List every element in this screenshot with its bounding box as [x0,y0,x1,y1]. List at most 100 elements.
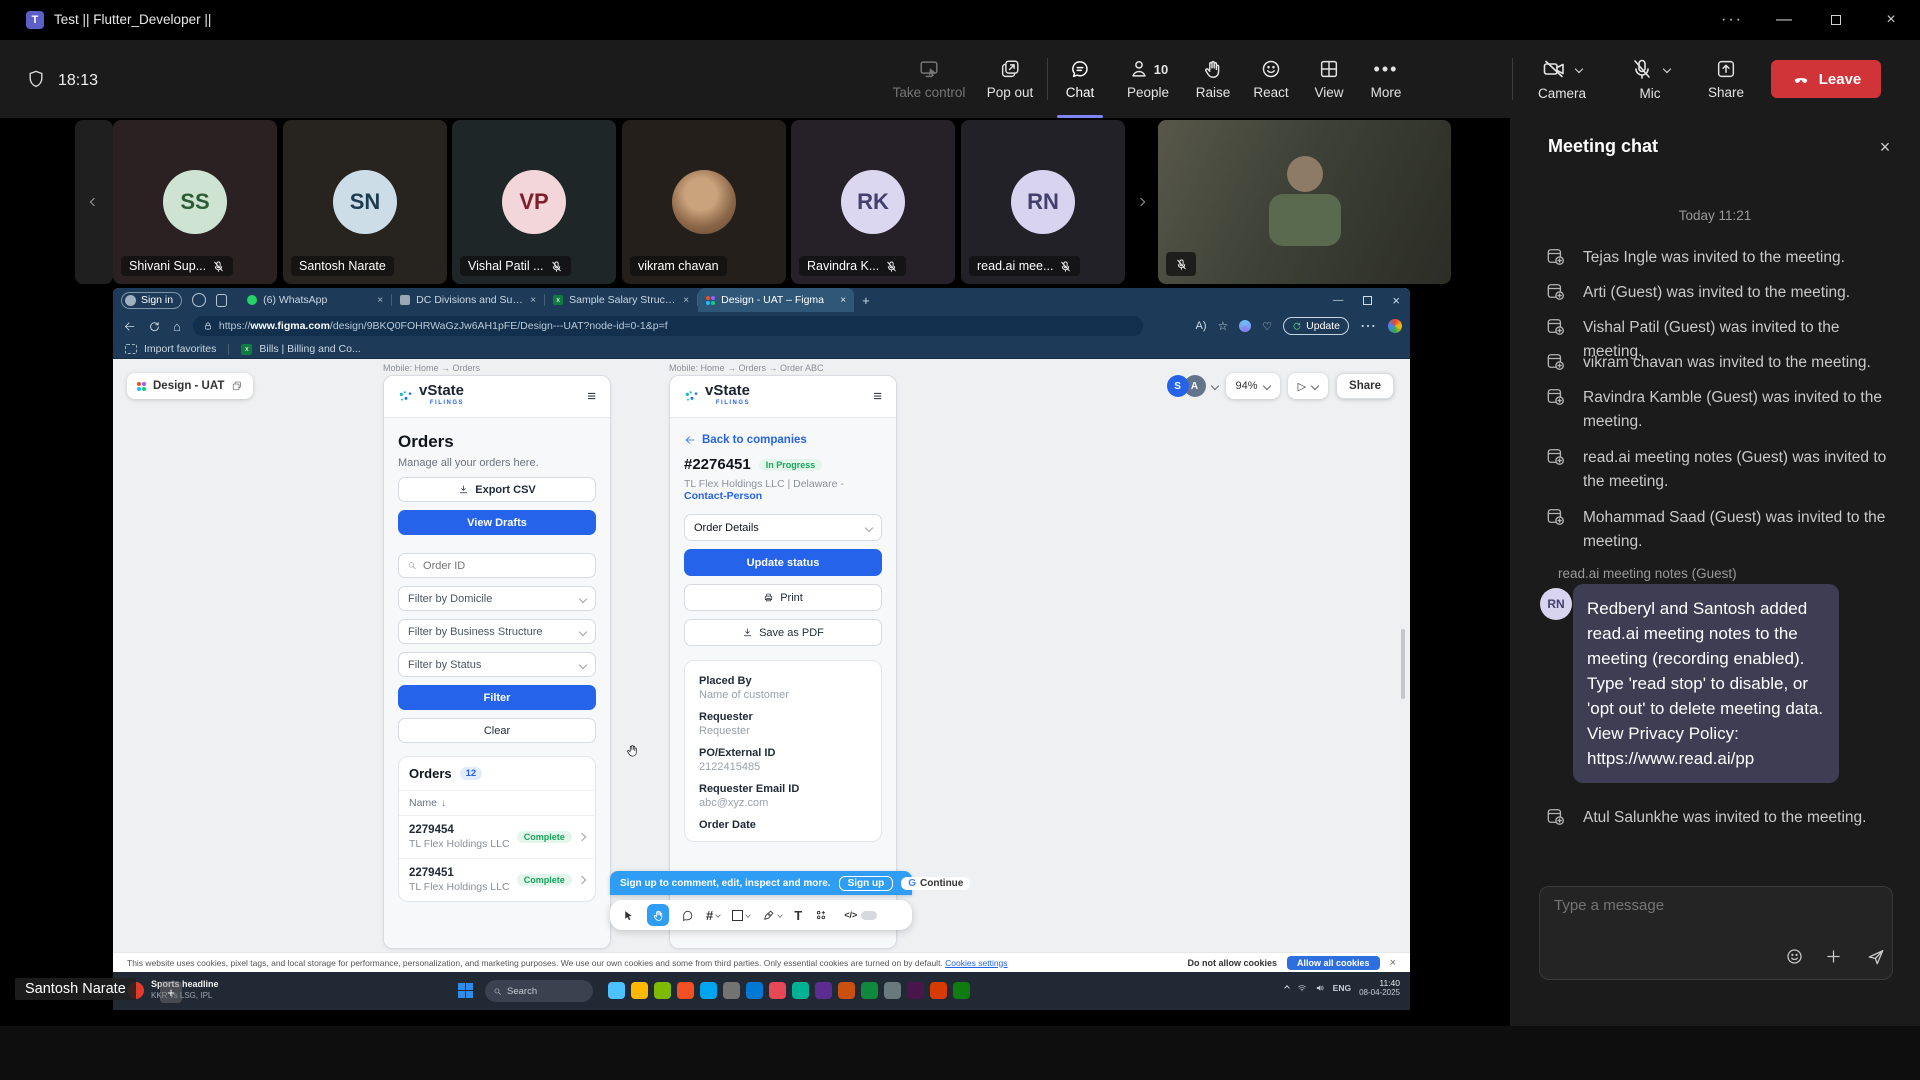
shared-taskbar-apps[interactable] [608,982,970,999]
tab-close-icon[interactable]: × [840,295,846,306]
cookie-settings-link[interactable]: Cookies settings [945,958,1007,968]
take-control-button[interactable]: Take control [885,40,973,118]
text-tool-icon[interactable]: T [794,908,802,923]
wifi-icon[interactable] [1297,983,1307,993]
sender-avatar[interactable]: RN [1540,588,1572,620]
figma-zoom-control[interactable]: 94% [1226,373,1280,399]
window-minimize-button[interactable]: — [1758,0,1810,40]
participant-tile[interactable]: vikram chavan [622,120,786,284]
taskbar-app-icon[interactable] [746,982,763,999]
dev-mode-toggle[interactable]: </> [844,910,877,920]
taskbar-app-icon[interactable] [930,982,947,999]
mic-options-chevron-icon[interactable] [1663,65,1671,73]
figma-present-button[interactable]: ▷ [1288,373,1328,399]
people-button[interactable]: 10 People [1112,40,1184,118]
leave-button[interactable]: Leave [1771,60,1881,98]
raise-hand-button[interactable]: Raise [1184,40,1242,118]
figma-file-pill[interactable]: Design - UAT [127,373,253,399]
taskbar-app-icon[interactable] [815,982,832,999]
taskbar-app-icon[interactable] [654,982,671,999]
shared-clock-date[interactable]: 08-04-2025 [1359,988,1400,998]
browser-menu-icon[interactable]: ⋯ [1360,316,1377,336]
chat-message-input[interactable] [1554,897,1874,914]
figma-share-button[interactable]: Share [1336,373,1394,399]
window-maximize-button[interactable] [1810,0,1862,40]
actions-tool-icon[interactable] [814,908,828,922]
frame-label[interactable]: Mobile: Home → Orders → Order ABC [669,363,824,373]
browser-close-button[interactable]: × [1392,293,1400,308]
browser-essentials-icon[interactable]: ♡ [1262,320,1272,333]
taskbar-app-icon[interactable] [677,982,694,999]
move-tool-icon[interactable] [622,909,635,922]
shared-start-button[interactable] [458,983,473,998]
bills-bookmark-link[interactable]: Bills | Billing and Co... [259,343,360,355]
browser-tab-whatsapp[interactable]: (6) WhatsApp× [239,288,391,312]
figma-frame-orders[interactable]: vState FILINGS ≡ Orders Manage all your … [383,375,611,949]
address-bar[interactable]: https://www.figma.com/design/9BKQ0FOHRWa… [193,316,1143,336]
allow-cookies-button[interactable]: Allow all cookies [1287,956,1380,970]
participant-tile[interactable]: VP Vishal Patil ... [452,120,616,284]
browser-home-icon[interactable]: ⌂ [173,319,181,334]
browser-tab-excel[interactable]: x Sample Salary Structure with calc× [545,288,697,312]
figma-frame-order-detail[interactable]: vState FILINGS ≡ Back to companies #2276… [669,375,897,949]
tiles-scroll-right-button[interactable] [1128,120,1154,284]
shared-lang-indicator[interactable]: ENG [1333,983,1351,993]
hand-tool-icon-active[interactable] [647,904,669,926]
pen-tool-icon[interactable] [762,909,782,922]
tab-close-icon[interactable]: × [530,295,536,306]
comment-tool-icon[interactable] [681,909,694,922]
new-tab-button[interactable]: + [862,293,870,308]
view-button[interactable]: View [1300,40,1358,118]
browser-update-button[interactable]: Update [1283,317,1349,335]
share-button[interactable]: Share [1695,40,1757,118]
chat-message-bubble[interactable]: Redberyl and Santosh added read.ai meeti… [1573,584,1839,783]
taskbar-app-icon[interactable] [884,982,901,999]
pages-icon[interactable] [231,380,243,392]
taskbar-app-icon[interactable] [769,982,786,999]
chat-button[interactable]: Chat [1048,40,1112,118]
favorite-star-icon[interactable]: ☆ [1218,319,1229,333]
copilot-icon[interactable] [1239,320,1251,332]
tiles-scroll-left-button[interactable] [75,120,113,284]
shared-tray-chevron-icon[interactable] [1284,985,1290,991]
taskbar-app-icon[interactable] [608,982,625,999]
more-button[interactable]: ••• More [1358,40,1414,118]
taskbar-app-icon[interactable] [792,982,809,999]
shared-search-box[interactable]: Search [485,980,593,1002]
camera-options-chevron-icon[interactable] [1575,65,1583,73]
cookie-close-icon[interactable]: × [1390,957,1396,969]
taskbar-app-icon[interactable] [723,982,740,999]
browser-tab-figma-active[interactable]: Design - UAT – Figma× [698,288,854,312]
browser-profile-icon[interactable] [1388,319,1402,333]
chat-input-box[interactable] [1539,886,1893,980]
banner-google-continue-button[interactable]: G Continue [901,877,970,890]
chat-close-button[interactable]: × [1868,130,1902,164]
browser-tab-dc-divisions[interactable]: DC Divisions and Surroundings× [392,288,544,312]
participant-tile[interactable]: SS Shivani Sup... [113,120,277,284]
taskbar-app-icon[interactable] [838,982,855,999]
emoji-icon[interactable] [1785,947,1804,966]
tab-close-icon[interactable]: × [683,295,689,306]
attach-plus-icon[interactable] [1824,947,1843,966]
taskbar-app-icon[interactable] [700,982,717,999]
participant-tile[interactable]: RN read.ai mee... [961,120,1125,284]
banner-signup-button[interactable]: Sign up [839,876,894,891]
pop-out-button[interactable]: Pop out [973,40,1047,118]
frame-tool-icon[interactable]: # [706,908,720,923]
shape-tool-icon[interactable] [732,910,750,921]
tab-close-icon[interactable]: × [377,295,383,306]
participant-tile[interactable]: SN Santosh Narate [283,120,447,284]
react-button[interactable]: React [1242,40,1300,118]
taskbar-app-icon[interactable] [907,982,924,999]
speaker-icon[interactable] [1315,983,1325,993]
workspaces-icon[interactable] [216,294,227,307]
browser-minimize-button[interactable]: — [1333,294,1344,306]
taskbar-app-icon[interactable] [953,982,970,999]
taskbar-app-icon[interactable] [861,982,878,999]
shared-browser-window[interactable]: Sign in (6) WhatsApp× DC Divisions and S… [113,288,1410,1010]
frame-label[interactable]: Mobile: Home → Orders [383,363,480,373]
window-more-button[interactable]: ··· [1706,0,1758,40]
participant-tile[interactable]: RK Ravindra K... [791,120,955,284]
import-favorites-link[interactable]: Import favorites [144,343,216,355]
canvas-scrollbar[interactable] [1401,629,1405,699]
